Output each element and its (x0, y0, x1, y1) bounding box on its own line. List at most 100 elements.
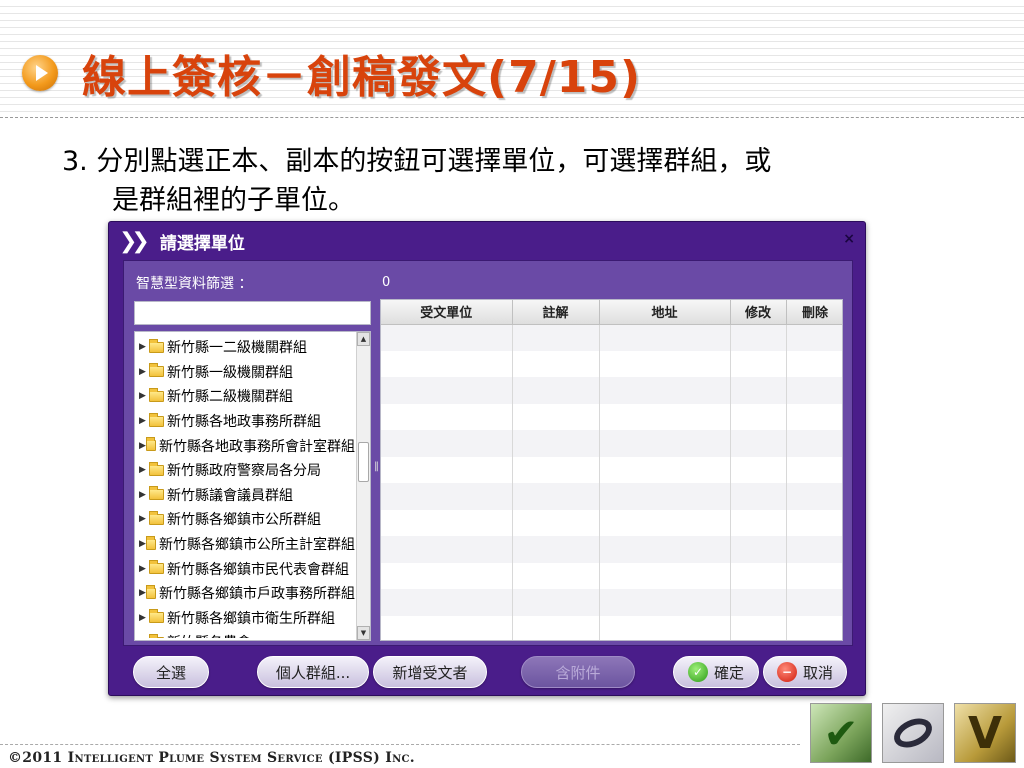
copyright-footer: ©2011 Intelligent Plume System Service (… (8, 750, 415, 766)
tree-item[interactable]: ▶ 新竹縣各鄉鎮市衛生所群組 (135, 606, 355, 631)
personal-group-button[interactable]: 個人群組... (257, 656, 369, 688)
table-cell (730, 509, 787, 536)
tree-item-label: 新竹縣一級機關群組 (167, 364, 293, 381)
folder-icon (149, 338, 164, 353)
expand-arrow-icon[interactable]: ▶ (139, 465, 149, 475)
table-cell (381, 483, 513, 510)
table-cell (599, 377, 731, 404)
table-cell (730, 377, 787, 404)
check-icon: ✓ (687, 662, 708, 682)
expand-arrow-icon[interactable]: ▶ (139, 367, 149, 377)
tree-item-label: 新竹縣各農會 (167, 632, 251, 638)
tree-item-label: 新竹縣政府警察局各分局 (167, 463, 321, 480)
folder-icon (149, 486, 164, 501)
scroll-down-arrow-icon[interactable]: ▼ (357, 626, 370, 640)
table-cell (786, 536, 842, 563)
table-cell (381, 377, 513, 404)
table-cell (381, 324, 513, 351)
table-cell (599, 350, 731, 377)
tree-item-label: 新竹縣一二級機關群組 (167, 340, 307, 357)
folder-icon (145, 584, 156, 599)
expand-arrow-icon[interactable]: ▶ (139, 416, 149, 426)
dialog-titlebar: ❯❯ 請選擇單位 × (109, 222, 865, 260)
tree-item[interactable]: ▶ 新竹縣各農會 (135, 630, 355, 638)
table-cell (599, 509, 731, 536)
expand-arrow-icon[interactable]: ▶ (139, 637, 149, 638)
decorative-thumbnails: ✔ V (810, 703, 1024, 763)
table-row (381, 430, 842, 457)
tree-item[interactable]: ▶ 新竹縣一級機關群組 (135, 360, 355, 385)
tree-scrollbar[interactable]: ▲ ▼ (356, 332, 370, 640)
tree-item[interactable]: ▶ 新竹縣各鄉鎮市民代表會群組 (135, 556, 355, 581)
tree-item[interactable]: ▶ 新竹縣二級機關群組 (135, 384, 355, 409)
tree-item[interactable]: ▶ 新竹縣政府警察局各分局 (135, 458, 355, 483)
smart-filter-input[interactable] (134, 301, 371, 325)
tree-item[interactable]: ▶ 新竹縣各地政事務所群組 (135, 409, 355, 434)
table-cell (381, 536, 513, 563)
table-cell (512, 430, 600, 457)
table-cell (599, 536, 731, 563)
slide-title: 線上簽核－創稿發文(7/15) (82, 52, 642, 103)
table-cell (786, 377, 842, 404)
folder-icon (149, 609, 164, 624)
scroll-up-arrow-icon[interactable]: ▲ (357, 332, 370, 346)
tree-item[interactable]: ▶ 新竹縣各鄉鎮市公所主計室群組 (135, 532, 355, 557)
confirm-button[interactable]: ✓ 確定 (673, 656, 759, 688)
table-cell (786, 456, 842, 483)
scroll-thumb[interactable] (358, 442, 369, 482)
expand-arrow-icon[interactable]: ▶ (139, 588, 146, 598)
folder-icon (149, 560, 164, 575)
expand-arrow-icon[interactable]: ▶ (139, 342, 149, 352)
expand-arrow-icon[interactable]: ▶ (139, 441, 146, 451)
table-cell (512, 589, 600, 616)
column-header[interactable]: 刪除 (786, 300, 842, 325)
tree-item[interactable]: ▶ 新竹縣各鄉鎮市戶政事務所群組 (135, 581, 355, 606)
table-cell (786, 509, 842, 536)
table-cell (512, 456, 600, 483)
table-cell (786, 430, 842, 457)
table-cell (786, 403, 842, 430)
column-header[interactable]: 受文單位 (381, 300, 513, 325)
add-recipient-button[interactable]: 新增受文者 (373, 656, 487, 688)
table-cell (730, 430, 787, 457)
table-cell (512, 350, 600, 377)
column-header[interactable]: 註解 (512, 300, 600, 325)
folder-icon (149, 461, 164, 476)
column-header[interactable]: 地址 (599, 300, 731, 325)
table-row (381, 589, 842, 616)
instruction-line-1: 3. 分別點選正本、副本的按鈕可選擇單位，可選擇群組，或 (62, 146, 772, 177)
table-cell (730, 562, 787, 589)
table-cell (381, 350, 513, 377)
expand-arrow-icon[interactable]: ▶ (139, 391, 149, 401)
table-cell (599, 324, 731, 351)
expand-arrow-icon[interactable]: ▶ (139, 613, 149, 623)
table-cell (730, 483, 787, 510)
table-row (381, 403, 842, 430)
folder-icon (149, 363, 164, 378)
selected-count: 0 (382, 275, 391, 290)
ring-thumbnail-icon (882, 703, 944, 763)
table-cell (512, 536, 600, 563)
tree-item[interactable]: ▶ 新竹縣議會議員群組 (135, 483, 355, 508)
expand-arrow-icon[interactable]: ▶ (139, 514, 149, 524)
table-cell (730, 403, 787, 430)
close-icon[interactable]: × (843, 231, 855, 247)
instruction-text: 3. 分別點選正本、副本的按鈕可選擇單位，可選擇群組，或 是群組裡的子單位。 (62, 142, 962, 220)
tree-item[interactable]: ▶ 新竹縣各鄉鎮市公所群組 (135, 507, 355, 532)
with-attachment-button[interactable]: 含附件 (521, 656, 635, 688)
table-cell (599, 562, 731, 589)
expand-arrow-icon[interactable]: ▶ (139, 539, 146, 549)
tree-item[interactable]: ▶ 新竹縣一二級機關群組 (135, 335, 355, 360)
table-cell (786, 324, 842, 351)
table-cell (730, 324, 787, 351)
table-row (381, 562, 842, 589)
column-header[interactable]: 修改 (730, 300, 787, 325)
expand-arrow-icon[interactable]: ▶ (139, 490, 149, 500)
tree-item[interactable]: ▶ 新竹縣各地政事務所會計室群組 (135, 433, 355, 458)
table-row (381, 456, 842, 483)
select-all-button[interactable]: 全選 (133, 656, 209, 688)
table-cell (381, 562, 513, 589)
expand-arrow-icon[interactable]: ▶ (139, 564, 149, 574)
table-cell (381, 589, 513, 616)
cancel-button[interactable]: − 取消 (763, 656, 847, 688)
